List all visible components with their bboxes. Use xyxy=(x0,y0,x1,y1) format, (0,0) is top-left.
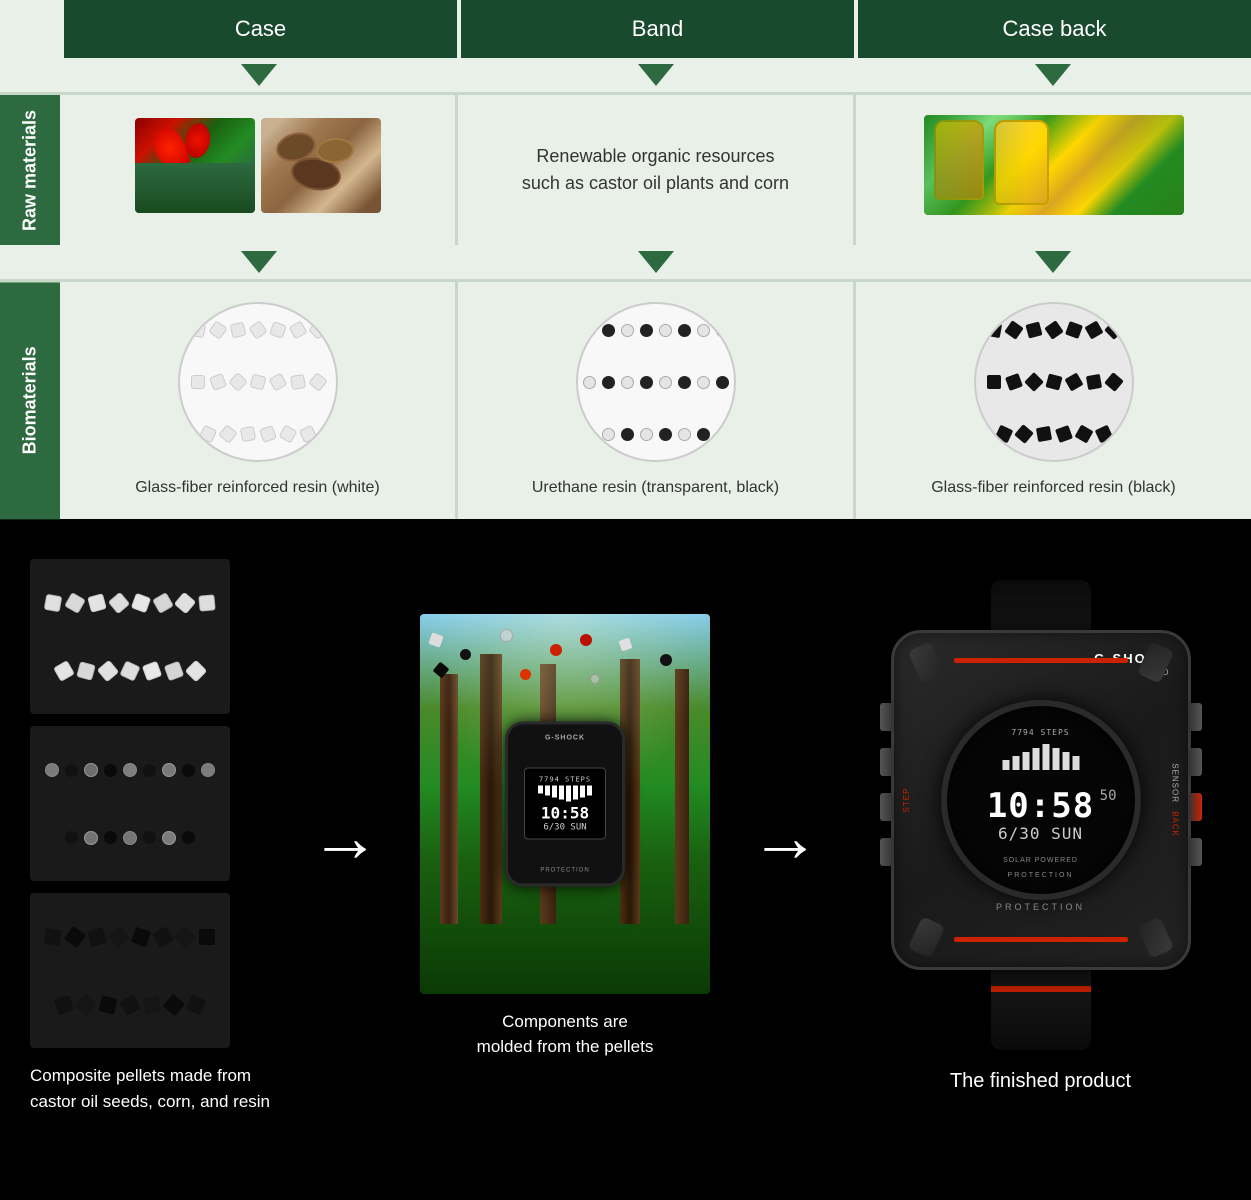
watch-time-small: 10:58 xyxy=(541,803,589,822)
flow-arrow-1: → xyxy=(310,802,380,872)
bio-band-label: Urethane resin (transparent, black) xyxy=(532,477,779,499)
band-header: Band xyxy=(457,0,854,58)
finished-container: G-SHOCK CASIO 7794 STEPS xyxy=(860,580,1221,1093)
arrow-down-icon xyxy=(1035,64,1071,86)
flow-arrow-2: → xyxy=(750,802,820,872)
watch-protection-large: PROTECTION xyxy=(1008,872,1074,879)
case-header: Case xyxy=(60,0,457,58)
header-row: Case Band Case back xyxy=(0,0,1251,58)
case-back-header: Case back xyxy=(854,0,1251,58)
raw-materials-band-cell: Renewable organic resources such as cast… xyxy=(455,95,853,245)
white-pellets-box xyxy=(30,559,230,714)
bottom-section: Composite pellets made from castor oil s… xyxy=(0,519,1251,1154)
castor-seeds-image xyxy=(261,118,381,213)
arrow-down-icon xyxy=(241,251,277,273)
raw-materials-content: Renewable organic resources such as cast… xyxy=(60,95,1251,245)
raw-materials-row: Raw materials xyxy=(0,92,1251,245)
biomaterials-row: Biomaterials xyxy=(0,279,1251,519)
raw-materials-label: Raw materials xyxy=(0,95,60,245)
bio-caseback-cell: Glass-fiber reinforced resin (black) xyxy=(853,282,1251,519)
pellets-section: Composite pellets made from castor oil s… xyxy=(30,559,270,1114)
arrow-down-icon xyxy=(1035,251,1071,273)
molded-image: 7794 STEPS 10:58 6/30 SUN xyxy=(420,614,710,994)
arrow-case-1 xyxy=(60,64,457,86)
bio-caseback-label: Glass-fiber reinforced resin (black) xyxy=(931,477,1176,499)
biomaterials-content: Glass-fiber reinforced resin (white) xyxy=(60,282,1251,519)
watch-protection-bottom: PROTECTION xyxy=(996,902,1085,912)
mixed-pellets-box xyxy=(30,726,230,881)
raw-materials-description: Renewable organic resources such as cast… xyxy=(512,133,799,207)
arrow-caseback-1 xyxy=(854,64,1251,86)
arrow-band-2 xyxy=(457,251,854,273)
molded-caption: Components are molded from the pellets xyxy=(477,1009,654,1060)
arrow-down-icon xyxy=(638,64,674,86)
bio-case-circle xyxy=(178,302,338,462)
arrow-band-1 xyxy=(457,64,854,86)
bio-case-cell: Glass-fiber reinforced resin (white) xyxy=(60,282,455,519)
dark-pellets-box xyxy=(30,893,230,1048)
top-section: Case Band Case back Raw materials xyxy=(0,0,1251,519)
watch-seconds: 50 xyxy=(1100,788,1117,804)
watch-date-large: 6/30 SUN xyxy=(998,824,1083,843)
watch-steps-large: 7794 STEPS xyxy=(1011,728,1069,737)
watch-steps-small: 7794 STEPS xyxy=(539,775,591,783)
castor-plant-image xyxy=(135,118,255,213)
bio-band-circle xyxy=(576,302,736,462)
arrow-down-icon xyxy=(241,64,277,86)
arrow-row-2 xyxy=(0,245,1251,279)
middle-image-container: 7794 STEPS 10:58 6/30 SUN xyxy=(420,614,710,1060)
arrow-row-1 xyxy=(0,58,1251,92)
case-images xyxy=(135,118,381,213)
arrow-case-2 xyxy=(60,251,457,273)
raw-materials-caseback-cell xyxy=(853,95,1251,245)
pellets-caption: Composite pellets made from castor oil s… xyxy=(30,1063,270,1114)
finished-caption: The finished product xyxy=(950,1070,1131,1093)
watch-protection-small: PROTECTION xyxy=(540,867,589,873)
watch-date-small: 6/30 SUN xyxy=(543,822,586,832)
watch-brand-small: G-SHOCK xyxy=(545,734,585,741)
raw-materials-case-cell xyxy=(60,95,455,245)
watch-time-large: 10:58 xyxy=(987,786,1094,826)
bio-case-label: Glass-fiber reinforced resin (white) xyxy=(135,477,380,499)
arrow-caseback-2 xyxy=(854,251,1251,273)
pellets-column xyxy=(30,559,230,1048)
biomaterials-label: Biomaterials xyxy=(0,282,60,519)
caseback-images xyxy=(924,115,1184,215)
arrow-down-icon xyxy=(638,251,674,273)
header-empty xyxy=(0,0,60,58)
corn-image xyxy=(924,115,1184,215)
bio-caseback-circle xyxy=(974,302,1134,462)
bio-band-cell: Urethane resin (transparent, black) xyxy=(455,282,853,519)
finished-watch-image: G-SHOCK CASIO 7794 STEPS xyxy=(871,580,1211,1050)
